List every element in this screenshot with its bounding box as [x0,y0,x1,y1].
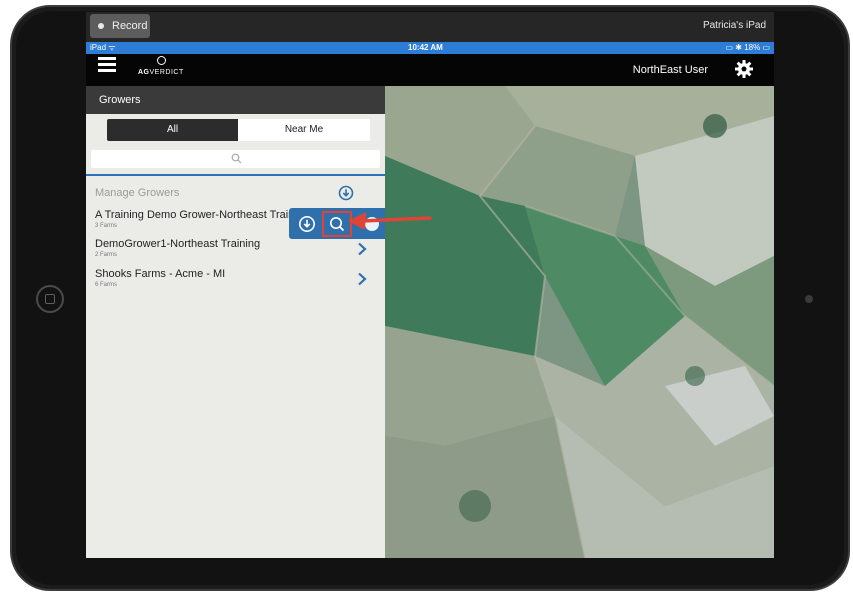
record-button-label: Record [112,20,148,32]
status-carrier: iPad ᯤ [90,43,116,52]
list-item[interactable]: DemoGrower1-Northeast Training 2 Farms [86,238,385,268]
list-item[interactable]: Shooks Farms - Acme - MI 6 Farms [86,268,385,298]
screen-mirror-icon: ▭ [725,43,734,52]
section-divider [86,174,385,176]
grower-farm-count: 2 Farms [95,252,118,258]
search-icon [231,153,242,164]
filter-segmented-control: All Near Me [107,119,370,141]
agverdict-logo: AGVERDICT [136,56,196,82]
chevron-right-icon[interactable] [356,242,368,256]
search-input[interactable] [91,150,380,168]
growers-panel: Growers All Near Me Manage Growers A Tra… [86,86,385,558]
manage-growers-label[interactable]: Manage Growers [95,187,179,199]
tab-all[interactable]: All [107,119,238,141]
zoom-to-icon [330,217,345,232]
battery-icon: ▭ [762,43,770,52]
record-button[interactable]: Record [90,14,150,38]
front-camera [805,295,813,303]
status-time: 10:42 AM [408,43,443,52]
tab-near-me[interactable]: Near Me [238,119,370,141]
grower-name: Shooks Farms - Acme - MI [95,268,226,280]
hamburger-icon[interactable] [98,57,116,73]
app-screen: iPad ᯤ 10:42 AM ▭ ✱ 18% ▭ AGVERDICT Nort… [86,42,774,558]
zoom-to-button[interactable] [322,211,352,237]
grower-name: A Training Demo Grower-Northeast Trainin… [95,209,309,221]
status-bar: iPad ᯤ 10:42 AM ▭ ✱ 18% ▭ [86,42,774,54]
grower-name: DemoGrower1-Northeast Training [95,238,261,250]
home-button-square [45,294,55,304]
logo-mark-icon [157,56,166,65]
download-icon[interactable] [338,185,354,201]
app-toolbar: AGVERDICT NorthEast User [86,54,774,86]
download-icon[interactable] [298,215,316,233]
satellite-map[interactable] [385,86,774,558]
record-dot-icon [98,23,104,29]
logo-text: AGVERDICT [138,69,184,76]
row-action-buttons [289,208,385,239]
map-imagery [385,86,774,558]
grower-farm-count: 6 Farms [95,282,118,288]
panel-title: Growers [86,86,385,114]
chevron-right-icon[interactable] [356,272,368,286]
info-icon[interactable] [363,215,381,233]
user-name[interactable]: NorthEast User [633,64,708,76]
wifi-icon: ᯤ [108,43,116,52]
grower-farm-count: 3 Farms [95,223,118,229]
status-battery: ▭ ✱ 18% ▭ [725,43,770,52]
gear-icon[interactable] [734,59,754,79]
device-name: Patricia's iPad [702,20,766,31]
home-button[interactable] [36,285,64,313]
recorder-bar: Record Patricia's iPad [86,12,774,42]
